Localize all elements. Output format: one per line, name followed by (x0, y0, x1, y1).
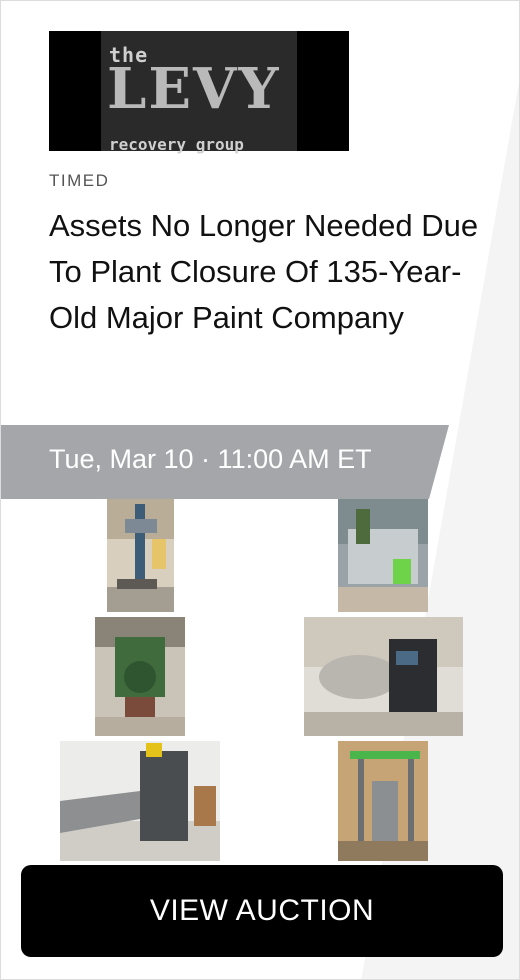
date-banner: Tue, Mar 10 · 11:00 AM ET (1, 425, 449, 499)
auction-title[interactable]: Assets No Longer Needed Due To Plant Clo… (49, 203, 479, 341)
thumbnail-6[interactable] (338, 741, 428, 861)
thumbnail-4[interactable] (304, 617, 463, 736)
auction-card[interactable]: the LEVY recovery group TIMED Assets No … (0, 0, 520, 980)
company-logo: the LEVY recovery group (49, 31, 349, 154)
view-auction-button[interactable]: VIEW AUCTION (21, 865, 503, 957)
auction-type-label: TIMED (49, 171, 110, 190)
thumbnail-2[interactable] (338, 499, 428, 612)
thumbnail-3[interactable] (95, 617, 185, 736)
thumbnail-1[interactable] (107, 499, 174, 612)
thumbnail-5[interactable] (60, 741, 220, 861)
auction-date: Tue, Mar 10 · 11:00 AM ET (49, 444, 372, 474)
